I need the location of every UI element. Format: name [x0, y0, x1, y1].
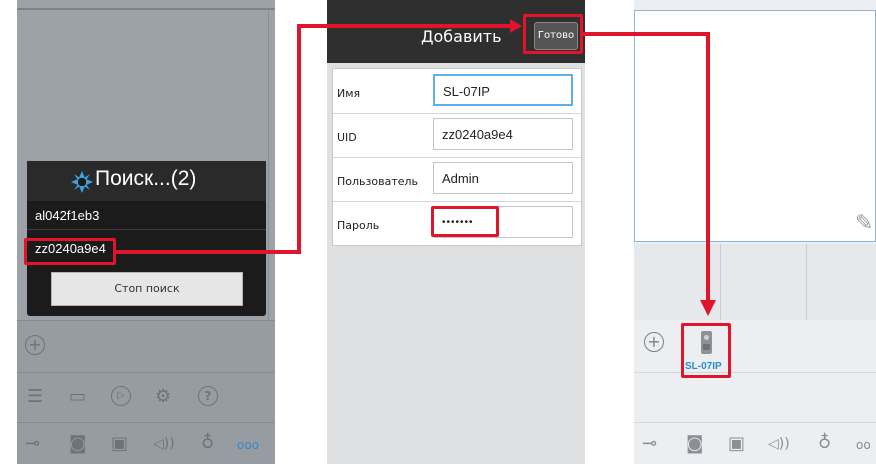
flow-arrows — [116, 19, 716, 316]
